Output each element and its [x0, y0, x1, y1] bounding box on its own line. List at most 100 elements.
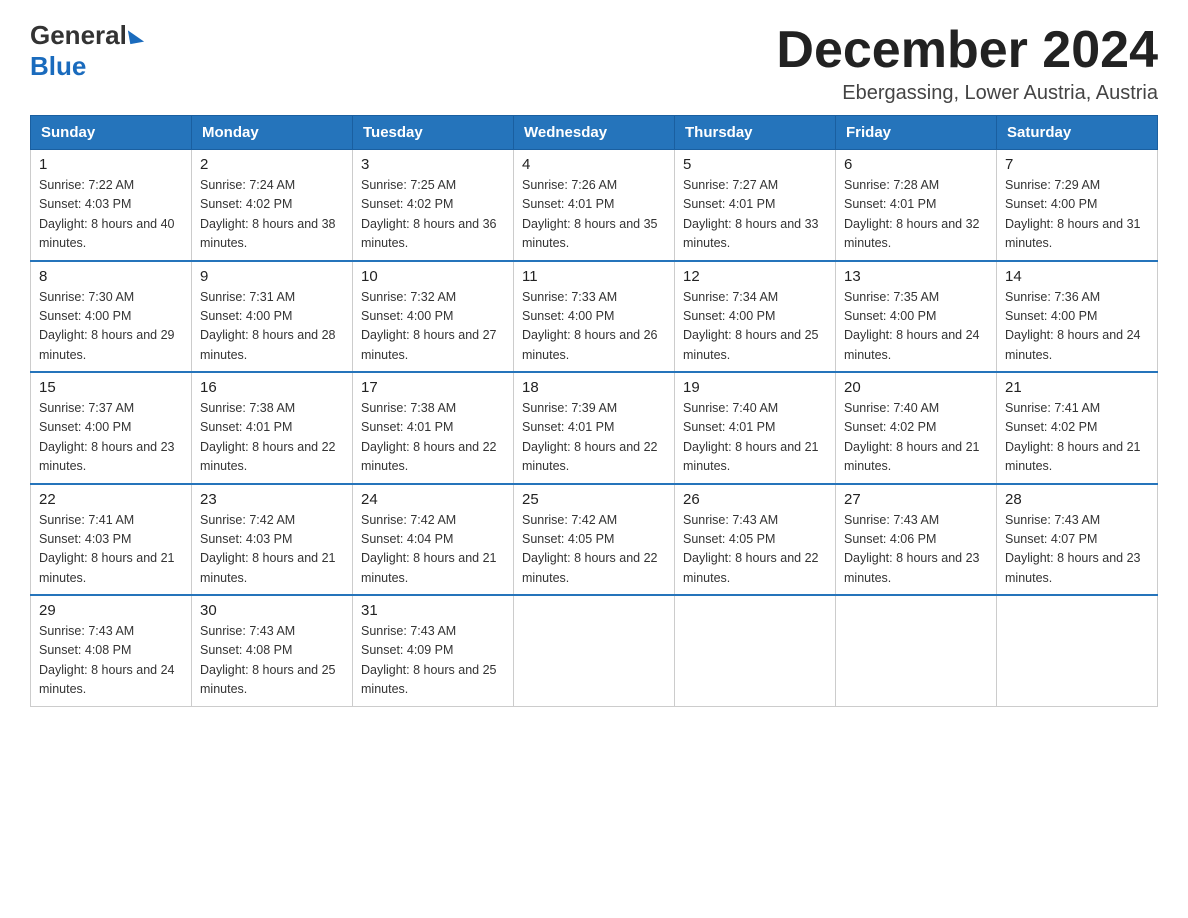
calendar-cell: 27 Sunrise: 7:43 AMSunset: 4:06 PMDaylig…: [836, 484, 997, 596]
calendar-cell: 31 Sunrise: 7:43 AMSunset: 4:09 PMDaylig…: [353, 595, 514, 706]
calendar-week-row: 22 Sunrise: 7:41 AMSunset: 4:03 PMDaylig…: [31, 484, 1158, 596]
day-number: 19: [683, 379, 827, 396]
day-number: 9: [200, 268, 344, 285]
day-number: 31: [361, 602, 505, 619]
calendar-cell: 29 Sunrise: 7:43 AMSunset: 4:08 PMDaylig…: [31, 595, 192, 706]
calendar-cell: 14 Sunrise: 7:36 AMSunset: 4:00 PMDaylig…: [997, 261, 1158, 373]
day-header-monday: Monday: [192, 116, 353, 150]
day-header-saturday: Saturday: [997, 116, 1158, 150]
day-number: 7: [1005, 156, 1149, 173]
day-info: Sunrise: 7:40 AMSunset: 4:01 PMDaylight:…: [683, 399, 827, 477]
location-text: Ebergassing, Lower Austria, Austria: [776, 82, 1158, 105]
day-info: Sunrise: 7:34 AMSunset: 4:00 PMDaylight:…: [683, 288, 827, 366]
calendar-cell: 12 Sunrise: 7:34 AMSunset: 4:00 PMDaylig…: [675, 261, 836, 373]
day-number: 11: [522, 268, 666, 285]
day-info: Sunrise: 7:29 AMSunset: 4:00 PMDaylight:…: [1005, 176, 1149, 254]
day-info: Sunrise: 7:27 AMSunset: 4:01 PMDaylight:…: [683, 176, 827, 254]
day-number: 14: [1005, 268, 1149, 285]
calendar-cell: 1 Sunrise: 7:22 AMSunset: 4:03 PMDayligh…: [31, 150, 192, 261]
day-info: Sunrise: 7:28 AMSunset: 4:01 PMDaylight:…: [844, 176, 988, 254]
day-number: 13: [844, 268, 988, 285]
day-info: Sunrise: 7:36 AMSunset: 4:00 PMDaylight:…: [1005, 288, 1149, 366]
day-number: 12: [683, 268, 827, 285]
day-header-tuesday: Tuesday: [353, 116, 514, 150]
day-number: 28: [1005, 491, 1149, 508]
day-number: 10: [361, 268, 505, 285]
calendar-week-row: 1 Sunrise: 7:22 AMSunset: 4:03 PMDayligh…: [31, 150, 1158, 261]
calendar-cell: 22 Sunrise: 7:41 AMSunset: 4:03 PMDaylig…: [31, 484, 192, 596]
day-number: 17: [361, 379, 505, 396]
month-title: December 2024: [776, 20, 1158, 80]
day-info: Sunrise: 7:38 AMSunset: 4:01 PMDaylight:…: [200, 399, 344, 477]
day-info: Sunrise: 7:43 AMSunset: 4:09 PMDaylight:…: [361, 622, 505, 700]
day-info: Sunrise: 7:41 AMSunset: 4:03 PMDaylight:…: [39, 511, 183, 589]
calendar-cell: 16 Sunrise: 7:38 AMSunset: 4:01 PMDaylig…: [192, 372, 353, 484]
calendar-cell: 23 Sunrise: 7:42 AMSunset: 4:03 PMDaylig…: [192, 484, 353, 596]
day-info: Sunrise: 7:22 AMSunset: 4:03 PMDaylight:…: [39, 176, 183, 254]
calendar-cell: 7 Sunrise: 7:29 AMSunset: 4:00 PMDayligh…: [997, 150, 1158, 261]
day-info: Sunrise: 7:43 AMSunset: 4:07 PMDaylight:…: [1005, 511, 1149, 589]
day-info: Sunrise: 7:41 AMSunset: 4:02 PMDaylight:…: [1005, 399, 1149, 477]
calendar-cell: 18 Sunrise: 7:39 AMSunset: 4:01 PMDaylig…: [514, 372, 675, 484]
day-info: Sunrise: 7:33 AMSunset: 4:00 PMDaylight:…: [522, 288, 666, 366]
day-number: 5: [683, 156, 827, 173]
day-info: Sunrise: 7:37 AMSunset: 4:00 PMDaylight:…: [39, 399, 183, 477]
day-number: 26: [683, 491, 827, 508]
calendar-cell: 4 Sunrise: 7:26 AMSunset: 4:01 PMDayligh…: [514, 150, 675, 261]
calendar-cell: 17 Sunrise: 7:38 AMSunset: 4:01 PMDaylig…: [353, 372, 514, 484]
day-header-sunday: Sunday: [31, 116, 192, 150]
calendar-cell: [675, 595, 836, 706]
day-info: Sunrise: 7:32 AMSunset: 4:00 PMDaylight:…: [361, 288, 505, 366]
day-number: 22: [39, 491, 183, 508]
calendar-cell: 21 Sunrise: 7:41 AMSunset: 4:02 PMDaylig…: [997, 372, 1158, 484]
day-number: 18: [522, 379, 666, 396]
day-info: Sunrise: 7:42 AMSunset: 4:03 PMDaylight:…: [200, 511, 344, 589]
calendar-cell: 6 Sunrise: 7:28 AMSunset: 4:01 PMDayligh…: [836, 150, 997, 261]
day-info: Sunrise: 7:43 AMSunset: 4:05 PMDaylight:…: [683, 511, 827, 589]
logo-general-text: General: [30, 20, 127, 51]
calendar-cell: 28 Sunrise: 7:43 AMSunset: 4:07 PMDaylig…: [997, 484, 1158, 596]
logo-arrow-icon: [128, 27, 144, 43]
day-number: 30: [200, 602, 344, 619]
day-header-wednesday: Wednesday: [514, 116, 675, 150]
calendar-body: 1 Sunrise: 7:22 AMSunset: 4:03 PMDayligh…: [31, 150, 1158, 707]
calendar-table: SundayMondayTuesdayWednesdayThursdayFrid…: [30, 115, 1158, 707]
day-info: Sunrise: 7:39 AMSunset: 4:01 PMDaylight:…: [522, 399, 666, 477]
day-number: 20: [844, 379, 988, 396]
day-number: 3: [361, 156, 505, 173]
day-number: 6: [844, 156, 988, 173]
title-block: December 2024 Ebergassing, Lower Austria…: [776, 20, 1158, 105]
calendar-cell: 20 Sunrise: 7:40 AMSunset: 4:02 PMDaylig…: [836, 372, 997, 484]
calendar-cell: 15 Sunrise: 7:37 AMSunset: 4:00 PMDaylig…: [31, 372, 192, 484]
calendar-cell: 8 Sunrise: 7:30 AMSunset: 4:00 PMDayligh…: [31, 261, 192, 373]
calendar-cell: [836, 595, 997, 706]
calendar-cell: [514, 595, 675, 706]
calendar-header-row: SundayMondayTuesdayWednesdayThursdayFrid…: [31, 116, 1158, 150]
logo: General Blue: [30, 20, 145, 82]
day-info: Sunrise: 7:42 AMSunset: 4:05 PMDaylight:…: [522, 511, 666, 589]
calendar-cell: 2 Sunrise: 7:24 AMSunset: 4:02 PMDayligh…: [192, 150, 353, 261]
day-number: 8: [39, 268, 183, 285]
day-info: Sunrise: 7:43 AMSunset: 4:06 PMDaylight:…: [844, 511, 988, 589]
day-info: Sunrise: 7:30 AMSunset: 4:00 PMDaylight:…: [39, 288, 183, 366]
day-header-friday: Friday: [836, 116, 997, 150]
calendar-cell: 11 Sunrise: 7:33 AMSunset: 4:00 PMDaylig…: [514, 261, 675, 373]
day-info: Sunrise: 7:31 AMSunset: 4:00 PMDaylight:…: [200, 288, 344, 366]
calendar-cell: 5 Sunrise: 7:27 AMSunset: 4:01 PMDayligh…: [675, 150, 836, 261]
day-info: Sunrise: 7:43 AMSunset: 4:08 PMDaylight:…: [200, 622, 344, 700]
day-header-thursday: Thursday: [675, 116, 836, 150]
calendar-week-row: 29 Sunrise: 7:43 AMSunset: 4:08 PMDaylig…: [31, 595, 1158, 706]
day-info: Sunrise: 7:26 AMSunset: 4:01 PMDaylight:…: [522, 176, 666, 254]
day-number: 4: [522, 156, 666, 173]
day-number: 1: [39, 156, 183, 173]
calendar-cell: 24 Sunrise: 7:42 AMSunset: 4:04 PMDaylig…: [353, 484, 514, 596]
day-number: 25: [522, 491, 666, 508]
day-number: 23: [200, 491, 344, 508]
calendar-cell: [997, 595, 1158, 706]
calendar-cell: 19 Sunrise: 7:40 AMSunset: 4:01 PMDaylig…: [675, 372, 836, 484]
calendar-week-row: 15 Sunrise: 7:37 AMSunset: 4:00 PMDaylig…: [31, 372, 1158, 484]
day-number: 21: [1005, 379, 1149, 396]
calendar-cell: 30 Sunrise: 7:43 AMSunset: 4:08 PMDaylig…: [192, 595, 353, 706]
day-info: Sunrise: 7:42 AMSunset: 4:04 PMDaylight:…: [361, 511, 505, 589]
day-number: 29: [39, 602, 183, 619]
